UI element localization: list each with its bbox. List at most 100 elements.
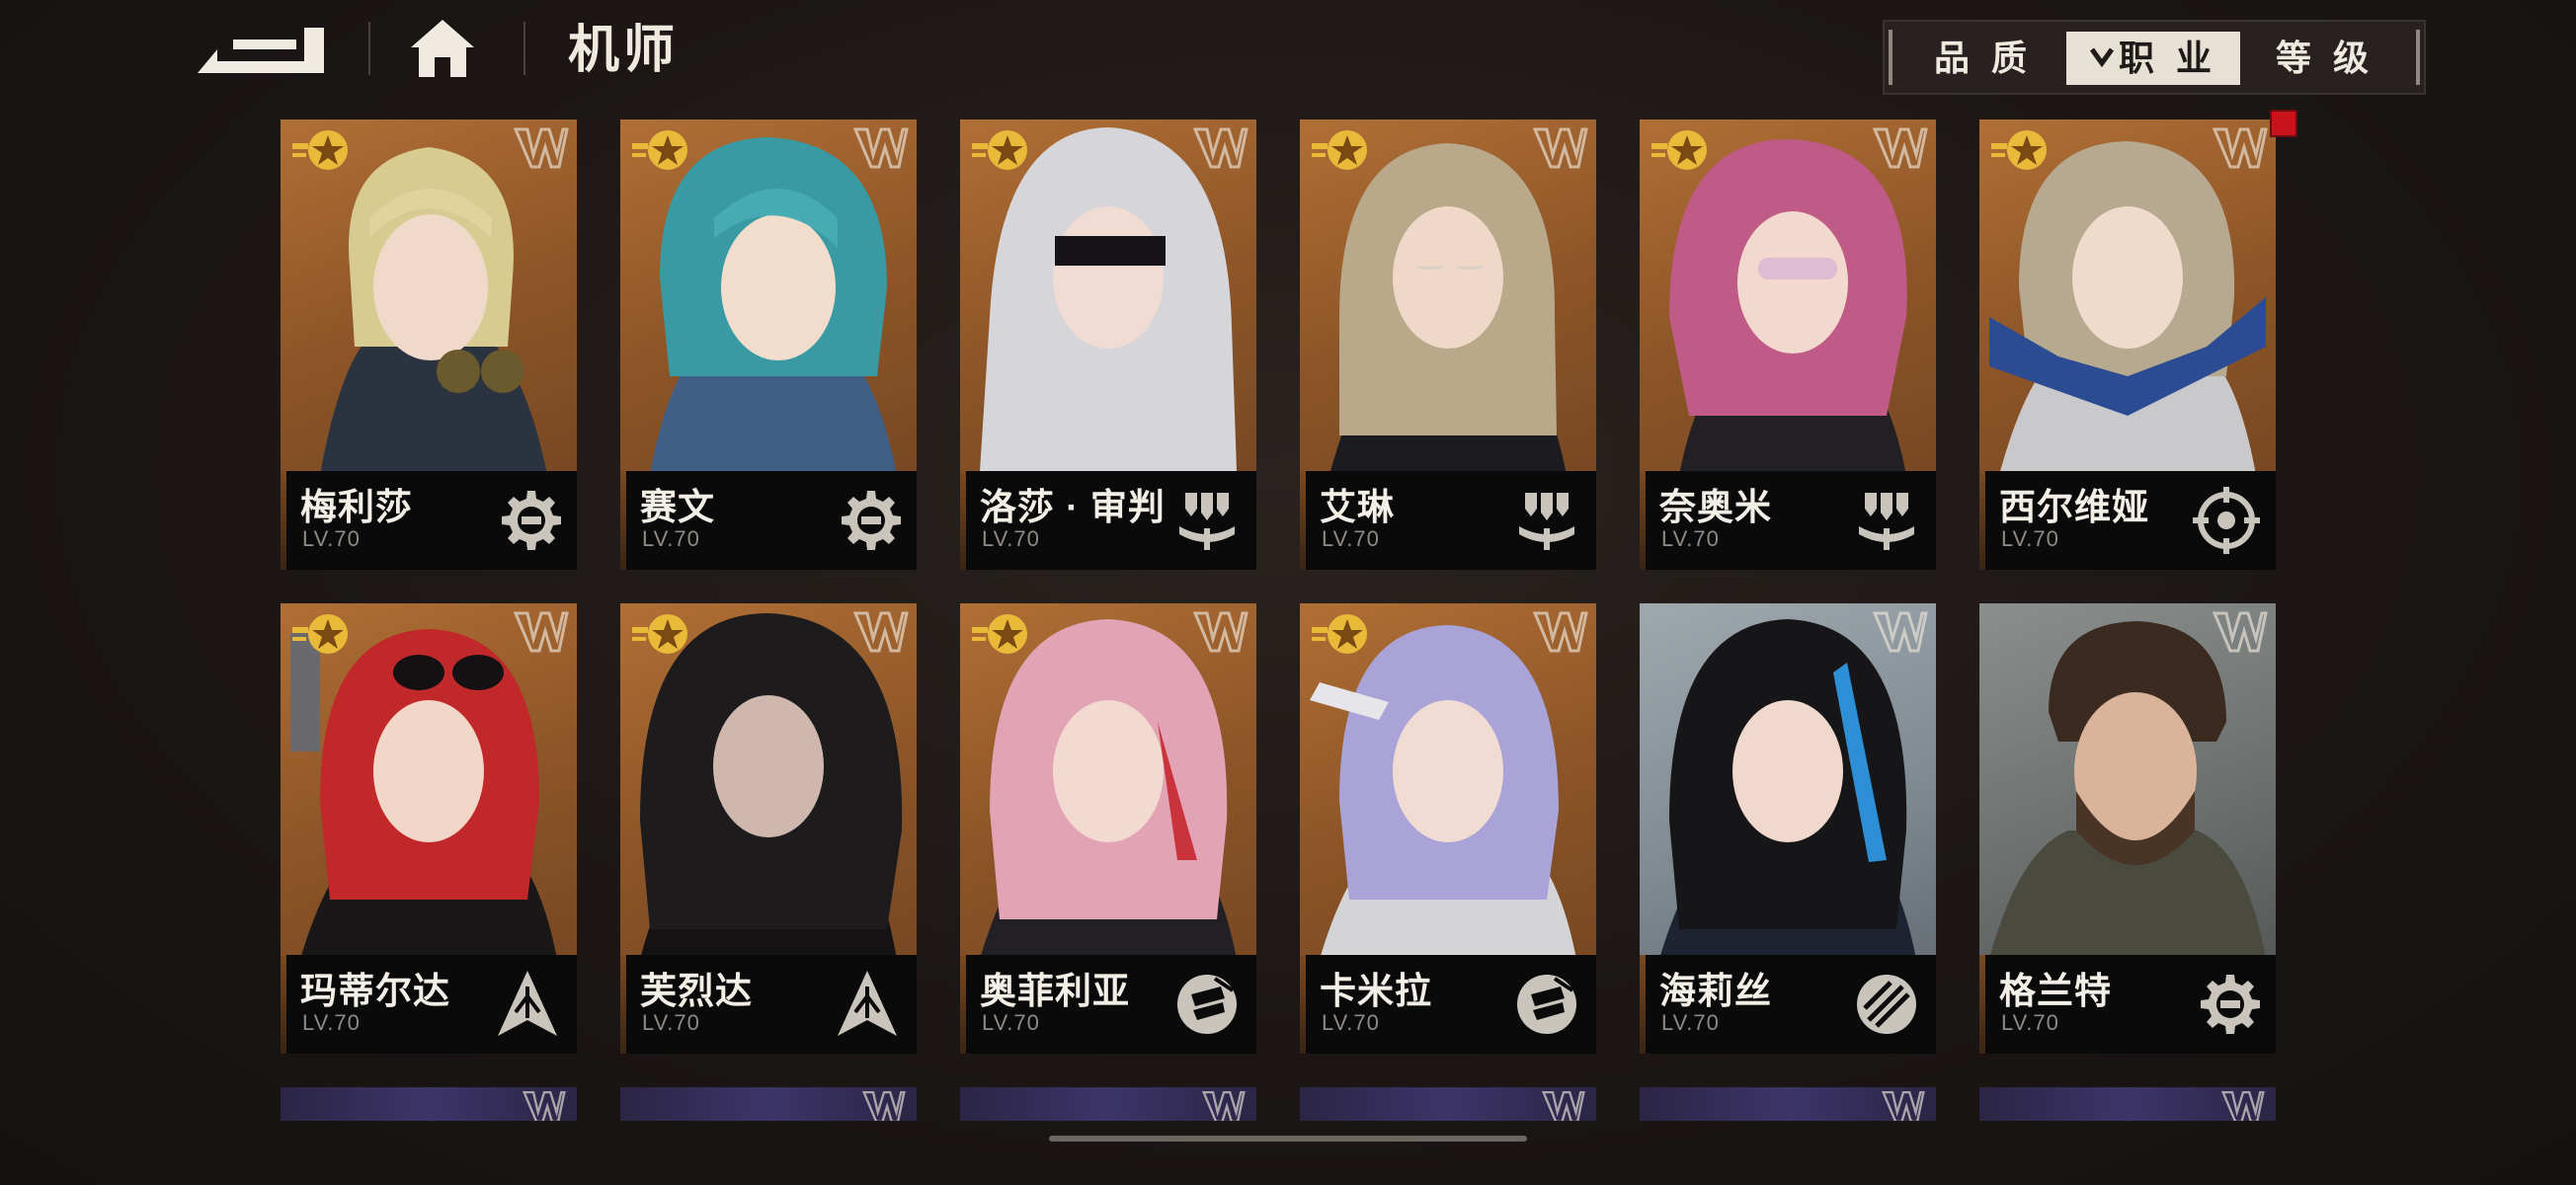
- pilot-card-grant[interactable]: 格兰特 LV.70: [1979, 603, 2276, 1054]
- pilot-card-sylvia[interactable]: 西尔维娅 LV.70: [1979, 119, 2276, 570]
- back-arrow-icon: [198, 28, 324, 73]
- star-badge-icon: [290, 127, 354, 173]
- page-title: 机师: [568, 22, 680, 79]
- pilot-name: 奈奥米: [1659, 487, 1772, 527]
- pilot-card-partial[interactable]: [1300, 1087, 1596, 1121]
- scroll-indicator[interactable]: [1049, 1136, 1527, 1142]
- star-badge-icon: [290, 611, 354, 657]
- tier-w-icon: [2213, 609, 2268, 655]
- name-plate: 格兰特 LV.70: [1979, 955, 2276, 1054]
- name-plate: 海莉丝 LV.70: [1640, 955, 1936, 1054]
- tier-w-icon: [2218, 1089, 2268, 1121]
- pilot-name: 奥菲利亚: [980, 971, 1130, 1011]
- spike-icon: [492, 969, 563, 1040]
- divider: [368, 22, 370, 75]
- tier-w-icon: [859, 1089, 909, 1121]
- pilot-name: 艾琳: [1320, 487, 1395, 527]
- filter-tab-label: 职 业: [2118, 38, 2217, 78]
- star-badge-icon: [630, 611, 693, 657]
- pilot-card-rosa-judgment[interactable]: 洛莎 · 审判 LV.70: [960, 119, 1256, 570]
- pilot-level: LV.70: [2001, 526, 2059, 551]
- filter-tab-level[interactable]: 等 级: [2246, 32, 2404, 85]
- filter-tab-quality[interactable]: 品 质: [1906, 32, 2060, 85]
- tier-w-icon: [1533, 609, 1588, 655]
- slash-circle-icon: [1851, 969, 1922, 1040]
- star-badge-icon: [1310, 127, 1373, 173]
- tier-w-icon: [853, 125, 909, 171]
- pilot-card-frida[interactable]: 芙烈达 LV.70: [620, 603, 917, 1054]
- crosshair-icon: [2191, 485, 2262, 556]
- pilot-level: LV.70: [642, 526, 700, 551]
- filter-tab-profession[interactable]: 职 业: [2066, 32, 2240, 85]
- name-plate: 芙烈达 LV.70: [620, 955, 917, 1054]
- fist-icon: [1511, 969, 1582, 1040]
- tier-w-icon: [1533, 125, 1588, 171]
- name-plate: 洛莎 · 审判 LV.70: [960, 471, 1256, 570]
- bombs-icon: [1171, 485, 1243, 556]
- pilot-card-partial[interactable]: [1640, 1087, 1936, 1121]
- star-badge-icon: [970, 127, 1033, 173]
- pilot-level: LV.70: [302, 526, 361, 551]
- spike-icon: [832, 969, 903, 1040]
- filter-bar-edge: [2416, 30, 2420, 85]
- chevron-down-icon: [2089, 32, 2115, 85]
- back-button[interactable]: [188, 20, 328, 77]
- pilot-name: 格兰特: [1999, 971, 2112, 1011]
- fist-icon: [1171, 969, 1243, 1040]
- pilot-card-naomi[interactable]: 奈奥米 LV.70: [1640, 119, 1936, 570]
- name-plate: 奈奥米 LV.70: [1640, 471, 1936, 570]
- pilot-level: LV.70: [1661, 1010, 1720, 1035]
- tier-w-icon: [2213, 125, 2268, 171]
- pilot-card-partial[interactable]: [281, 1087, 577, 1121]
- tier-w-icon: [1873, 609, 1928, 655]
- pilot-level: LV.70: [1322, 1010, 1380, 1035]
- pilot-level: LV.70: [302, 1010, 361, 1035]
- tier-w-icon: [853, 609, 909, 655]
- name-plate: 玛蒂尔达 LV.70: [281, 955, 577, 1054]
- pilot-card-matilda[interactable]: 玛蒂尔达 LV.70: [281, 603, 577, 1054]
- pilot-card-irene[interactable]: 艾琳 LV.70: [1300, 119, 1596, 570]
- tier-w-icon: [514, 609, 569, 655]
- name-plate: 梅利莎 LV.70: [281, 471, 577, 570]
- wrench-gear-icon: [832, 485, 903, 556]
- pilot-level: LV.70: [2001, 1010, 2059, 1035]
- tier-w-icon: [1193, 125, 1248, 171]
- name-plate: 赛文 LV.70: [620, 471, 917, 570]
- star-badge-icon: [1310, 611, 1373, 657]
- pilot-level: LV.70: [1661, 526, 1720, 551]
- pilot-card-halis[interactable]: 海莉丝 LV.70: [1640, 603, 1936, 1054]
- tier-w-icon: [1873, 125, 1928, 171]
- pilot-card-camilla[interactable]: 卡米拉 LV.70: [1300, 603, 1596, 1054]
- pilot-name: 洛莎 · 审判: [980, 487, 1166, 527]
- pilot-name: 西尔维娅: [1999, 487, 2149, 527]
- pilot-level: LV.70: [982, 526, 1040, 551]
- pilot-card-melissa[interactable]: 梅利莎 LV.70: [281, 119, 577, 570]
- bombs-icon: [1851, 485, 1922, 556]
- name-plate: 卡米拉 LV.70: [1300, 955, 1596, 1054]
- pilot-card-ophelia[interactable]: 奥菲利亚 LV.70: [960, 603, 1256, 1054]
- divider: [523, 22, 525, 75]
- filter-tab-label: 品 质: [1933, 38, 2033, 78]
- tier-w-icon: [520, 1089, 569, 1121]
- pilot-card-partial[interactable]: [620, 1087, 917, 1121]
- pilot-name: 卡米拉: [1320, 971, 1432, 1011]
- wrench-gear-icon: [2191, 969, 2262, 1040]
- pilot-card-seven[interactable]: 赛文 LV.70: [620, 119, 917, 570]
- pilot-card-partial[interactable]: [1979, 1087, 2276, 1121]
- name-plate: 艾琳 LV.70: [1300, 471, 1596, 570]
- pilot-name: 海莉丝: [1659, 971, 1772, 1011]
- filter-tab-label: 等 级: [2275, 38, 2375, 78]
- name-plate: 西尔维娅 LV.70: [1979, 471, 2276, 570]
- pilot-level: LV.70: [1322, 526, 1380, 551]
- pilot-name: 赛文: [640, 487, 715, 527]
- pilot-name: 梅利莎: [300, 487, 413, 527]
- tier-w-icon: [1539, 1089, 1588, 1121]
- name-plate: 奥菲利亚 LV.70: [960, 955, 1256, 1054]
- filter-bar: 品 质 职 业 等 级: [1883, 20, 2426, 95]
- tier-w-icon: [1879, 1089, 1928, 1121]
- home-button[interactable]: [405, 14, 480, 83]
- portrait: [1660, 619, 1916, 955]
- tier-w-icon: [514, 125, 569, 171]
- pilot-card-partial[interactable]: [960, 1087, 1256, 1121]
- star-badge-icon: [630, 127, 693, 173]
